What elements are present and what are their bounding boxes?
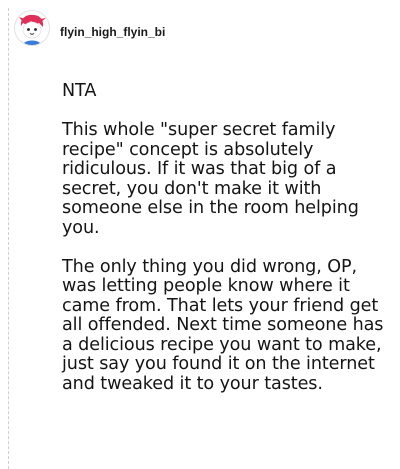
thread-line[interactable] (8, 8, 9, 469)
user-avatar[interactable] (14, 10, 50, 46)
avatar-icon (19, 14, 46, 45)
comment-verdict: NTA (62, 81, 97, 101)
comment-paragraph: This whole "super secret family recipe" … (62, 120, 359, 238)
comment-body: NTA This whole "super secret family reci… (62, 81, 394, 414)
comment-card: flyin_high_flyin_bi NTA This whole "supe… (0, 0, 400, 469)
comment-paragraph: The only thing you did wrong, OP, was le… (62, 256, 384, 394)
username-link[interactable]: flyin_high_flyin_bi (60, 25, 165, 39)
